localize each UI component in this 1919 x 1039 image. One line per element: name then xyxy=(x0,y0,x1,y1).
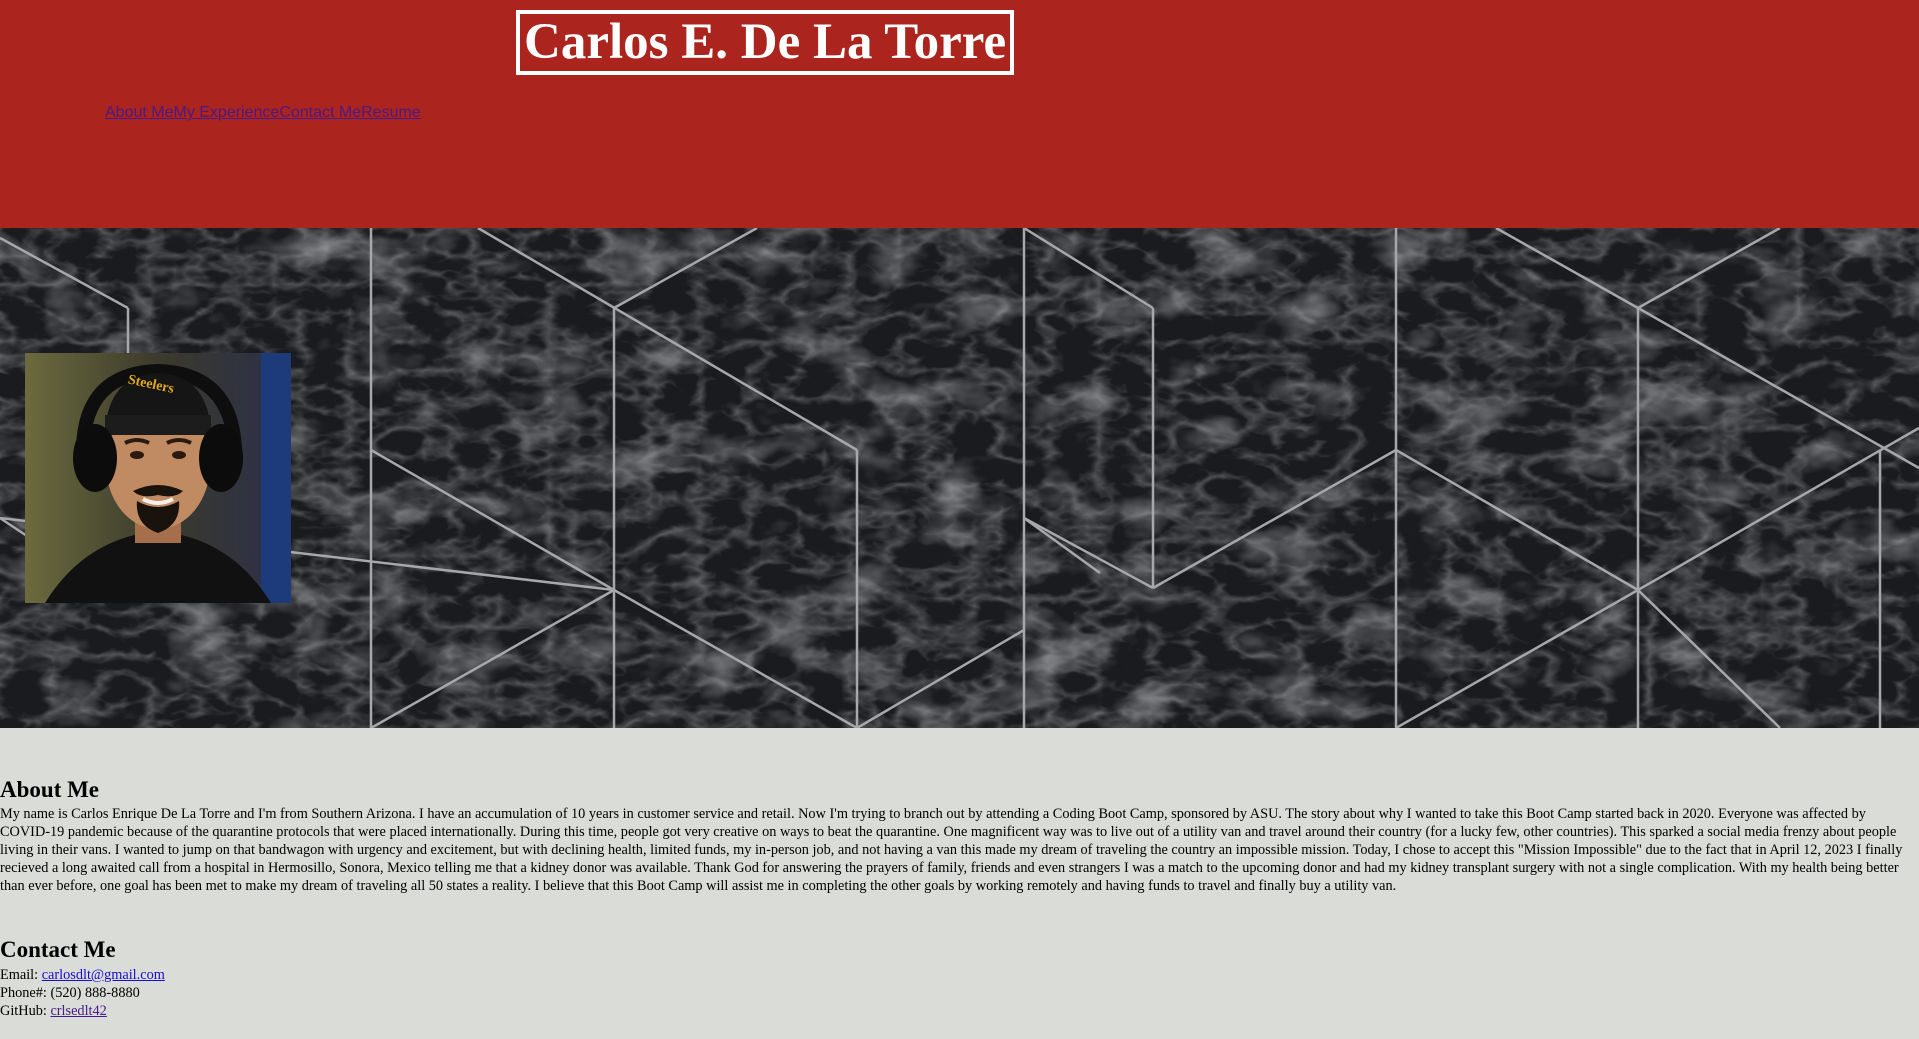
phone-number: (520) 888-8880 xyxy=(50,985,140,1001)
nav-link-contact-me[interactable]: Contact Me xyxy=(279,104,361,121)
contact-heading: Contact Me xyxy=(0,937,116,962)
site-header: Carlos E. De La Torre About MeMy Experie… xyxy=(0,0,1919,228)
about-heading: About Me xyxy=(0,777,100,802)
contact-github-line: GitHub: crlsedlt42 xyxy=(0,1002,107,1020)
email-link[interactable]: carlosdlt@gmail.com xyxy=(42,967,165,983)
contact-phone-line: Phone#: (520) 888-8880 xyxy=(0,984,140,1002)
site-title: Carlos E. De La Torre xyxy=(516,10,1015,75)
nav-link-my-experience[interactable]: My Experience xyxy=(173,104,279,121)
nav-link-about-me[interactable]: About Me xyxy=(105,104,173,121)
github-link[interactable]: crlsedlt42 xyxy=(50,1003,106,1019)
contact-email-line: Email: carlosdlt@gmail.com xyxy=(0,966,165,984)
about-paragraph: My name is Carlos Enrique De La Torre an… xyxy=(0,806,1903,894)
profile-photo-illustration: Steelers xyxy=(25,353,291,603)
nav-link-resume[interactable]: Resume xyxy=(361,104,421,121)
email-label: Email: xyxy=(0,967,42,983)
phone-label: Phone#: xyxy=(0,985,51,1001)
main-nav: About MeMy ExperienceContact MeResume xyxy=(105,103,421,123)
hero-banner: Steelers xyxy=(0,228,1919,728)
profile-photo-icon: Steelers xyxy=(25,353,291,603)
github-label: GitHub: xyxy=(0,1003,51,1019)
